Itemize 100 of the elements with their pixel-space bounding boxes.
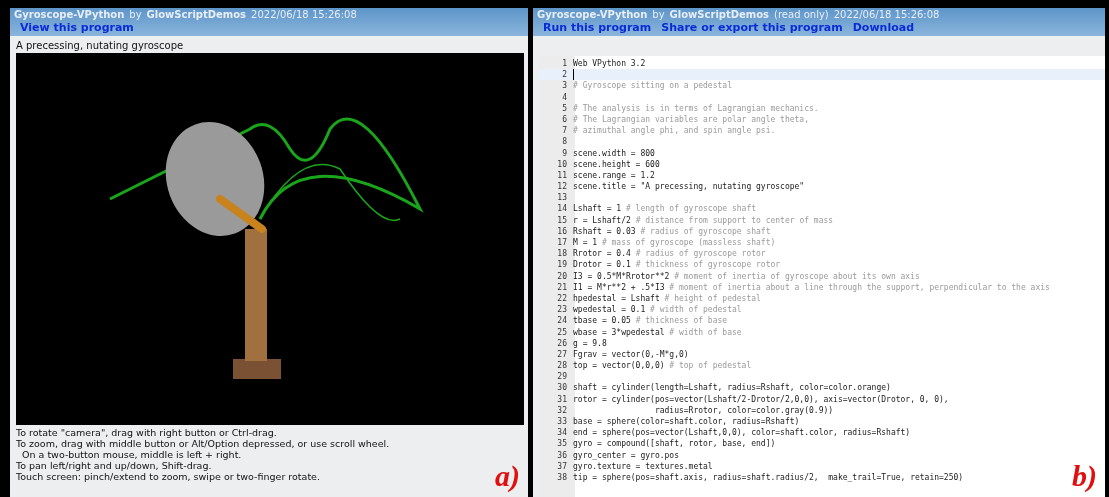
- code-text: scene.height = 600: [573, 158, 660, 170]
- line-number: 19: [556, 259, 568, 271]
- line-number: 24: [556, 315, 568, 327]
- code-text: radius=Rrotor, color=color.gray(0.9)): [653, 404, 834, 416]
- code-text: M = 1: [573, 237, 599, 249]
- header-link[interactable]: Share or export this program: [661, 21, 843, 34]
- code-text: scene.width = 800: [573, 147, 655, 159]
- author-name: GlowScriptDemos: [669, 9, 770, 20]
- line-number: 21: [556, 281, 568, 293]
- line-number: 31: [556, 393, 568, 405]
- program-title: Gyroscope-VPython: [537, 9, 648, 20]
- line-number: 35: [556, 438, 568, 450]
- instruction-line: To pan left/right and up/down, Shift-drag.: [16, 460, 213, 471]
- code-comment: # azimuthal angle phi, and spin angle psi.: [573, 125, 776, 137]
- code-comment: # distance from support to center of mass: [635, 214, 834, 226]
- code-text: gyro.texture = textures.metal: [573, 460, 713, 472]
- panel-label: b): [1072, 461, 1097, 491]
- line-number: 15: [556, 214, 568, 226]
- code-text: tip = sphere(pos=shaft.axis, radius=shaft.radius/2, make_trail=True, retain=250): [573, 471, 964, 484]
- code-comment: # thickness of gyroscope rotor: [635, 259, 781, 271]
- scene-canvas[interactable]: [16, 53, 524, 425]
- line-number: 2: [561, 69, 568, 81]
- program-title: Gyroscope-VPython: [14, 9, 125, 20]
- header-link[interactable]: Download: [852, 21, 915, 34]
- line-number: 28: [556, 360, 568, 372]
- line-number: 38: [556, 471, 568, 484]
- instruction-line: To zoom, drag with middle button or Alt/Option depressed, or use scroll wheel.: [16, 438, 391, 449]
- code-comment: # height of pedestal: [664, 292, 761, 305]
- code-text: I3 = 0.5*M*Rrotor**2: [573, 270, 671, 282]
- code-text: gyro = compound([shaft, rotor, base, end]): [573, 438, 776, 450]
- code-text: Rshaft = 0.03: [573, 225, 637, 237]
- line-number: 7: [561, 125, 568, 137]
- code-text: wbase = 3*wpedestal: [573, 326, 666, 338]
- code-text: rotor = cylinder(pos=vector(Lshaft/2-Drotor/2,0,0), axis=vector(Drotor, 0, 0),: [573, 393, 949, 405]
- code-text: base = sphere(color=shaft.color, radius=Rshaft): [573, 416, 800, 428]
- instruction-line: To rotate "camera", drag with right button or Ctrl-drag.: [16, 427, 278, 438]
- code-text: g = 9.8: [573, 337, 607, 349]
- line-number: 14: [556, 203, 568, 215]
- line-number: 23: [556, 304, 568, 316]
- code-comment: # length of gyroscope shaft: [626, 203, 757, 215]
- instruction-line: On a two-button mouse, middle is left + right.: [21, 449, 243, 460]
- line-number: 27: [556, 348, 568, 361]
- code-text: I1 = M*r**2 + .5*I3: [573, 281, 666, 293]
- line-number: 25: [556, 326, 568, 338]
- code-text: Drotor = 0.1: [573, 259, 632, 271]
- line-number: 9: [561, 147, 568, 159]
- code-comment: # thickness of base: [635, 315, 728, 327]
- panel-label: a): [495, 461, 520, 491]
- timestamp: 2022/06/18 15:26:08: [833, 9, 940, 20]
- line-number: 16: [556, 225, 568, 237]
- scene-caption: A precessing, nutating gyroscope: [16, 40, 185, 51]
- code-comment: # radius of gyroscope rotor: [635, 248, 766, 260]
- code-text: wpedestal = 0.1: [573, 304, 647, 316]
- line-number: 18: [556, 248, 568, 260]
- line-number: 11: [556, 169, 568, 182]
- line-number: 26: [556, 337, 568, 349]
- line-number: 34: [556, 427, 568, 439]
- read-only-note: (read only): [774, 9, 829, 20]
- code-text: Rrotor = 0.4: [573, 248, 632, 260]
- line-number: 22: [556, 292, 568, 305]
- line-number: 5: [561, 102, 568, 114]
- line-number: 3: [561, 80, 568, 92]
- timestamp: 2022/06/18 15:26:08: [251, 9, 357, 20]
- code-comment: # moment of inertia about a line through the support, perpendicular to the axis: [669, 281, 1050, 293]
- code-text: Lshaft = 1: [573, 203, 623, 215]
- header-link[interactable]: Run this program: [543, 21, 652, 34]
- by-label: by: [129, 9, 142, 20]
- header-link[interactable]: View this program: [20, 21, 134, 34]
- code-text: Fgrav = vector(0,-M*g,0): [573, 348, 689, 361]
- code-text: Web VPython 3.2: [573, 58, 646, 70]
- instruction-line: Touch screen: pinch/extend to zoom, swipe or two-finger rotate.: [16, 471, 321, 482]
- code-comment: # width of pedestal: [650, 304, 742, 316]
- line-number: 6: [561, 113, 568, 126]
- code-comment: # mass of gyroscope (massless shaft): [601, 237, 776, 249]
- line-number: 36: [556, 449, 568, 461]
- code-text: scene.title = "A precessing, nutating gyroscope": [573, 181, 805, 193]
- author-name: GlowScriptDemos: [146, 9, 247, 20]
- line-number: 8: [561, 136, 568, 148]
- line-number: 32: [556, 404, 568, 416]
- by-label: by: [652, 9, 665, 20]
- code-comment: # The analysis is in terms of Lagrangian mechanics.: [573, 102, 819, 114]
- code-text: hpedestal = Lshaft: [573, 292, 661, 305]
- line-number: 17: [556, 237, 568, 249]
- line-number: 33: [556, 416, 568, 428]
- code-text: r = Lshaft/2: [573, 214, 632, 226]
- line-number: 20: [556, 270, 568, 282]
- line-number: 1: [561, 58, 568, 70]
- code-text: top = vector(0,0,0): [573, 360, 666, 372]
- line-number: 37: [556, 460, 568, 472]
- line-number: 10: [556, 158, 568, 170]
- code-text: end = sphere(pos=vector(Lshaft,0,0), color=shaft.color, radius=Rshaft): [573, 427, 911, 439]
- code-comment: # radius of gyroscope shaft: [640, 225, 771, 237]
- code-comment: # moment of inertia of gyroscope about its own axis: [674, 270, 920, 282]
- line-number: 13: [556, 192, 568, 204]
- code-text: shaft = cylinder(length=Lshaft, radius=Rshaft, color=color.orange): [573, 382, 891, 394]
- code-comment: # top of pedestal: [669, 360, 752, 372]
- line-number: 29: [556, 371, 568, 383]
- code-comment: # The Lagrangian variables are polar angle theta,: [573, 113, 809, 126]
- code-text: tbase = 0.05: [573, 315, 632, 327]
- code-comment: # Gyroscope sitting on a pedestal: [573, 80, 732, 92]
